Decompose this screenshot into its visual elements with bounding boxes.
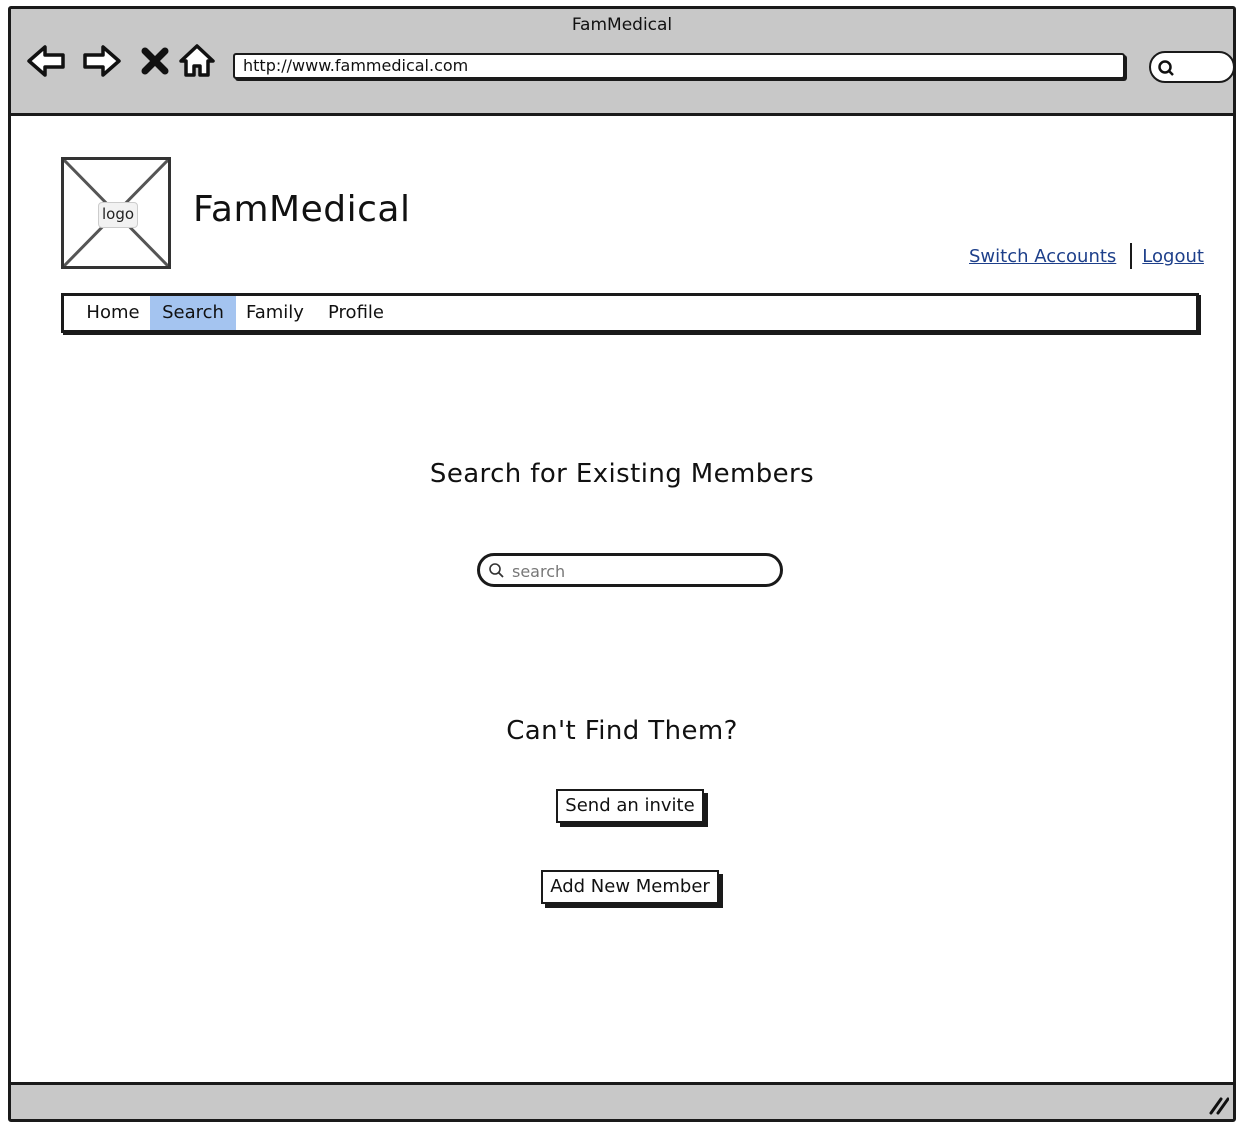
stop-icon[interactable] <box>133 39 177 83</box>
browser-search-box[interactable] <box>1149 51 1233 83</box>
window-title: FamMedical <box>571 15 673 35</box>
back-icon[interactable] <box>25 39 69 83</box>
search-icon <box>489 563 504 578</box>
logo-placeholder: logo <box>61 157 171 269</box>
account-links: Switch Accounts Logout <box>969 241 1204 271</box>
add-new-member-button[interactable]: Add New Member <box>541 870 719 904</box>
forward-icon[interactable] <box>79 39 123 83</box>
switch-accounts-link[interactable]: Switch Accounts <box>969 246 1116 267</box>
logout-link[interactable]: Logout <box>1142 246 1204 267</box>
main-menu: Home Search Family Profile <box>61 293 1199 333</box>
menu-item-family[interactable]: Family <box>236 296 314 330</box>
browser-chrome: FamMedical http://www.fammedical.com <box>11 9 1233 116</box>
search-heading: Search for Existing Members <box>429 459 815 489</box>
send-invite-button[interactable]: Send an invite <box>556 789 704 823</box>
home-icon[interactable] <box>175 39 219 83</box>
address-bar[interactable]: http://www.fammedical.com <box>233 53 1125 79</box>
brand-title: FamMedical <box>193 189 411 230</box>
link-separator <box>1130 243 1133 269</box>
resize-grip-icon[interactable] <box>1207 1093 1229 1115</box>
member-search-input[interactable] <box>510 558 774 584</box>
browser-window: FamMedical http://www.fammedical.com log… <box>8 6 1236 1122</box>
search-icon <box>1158 60 1174 76</box>
logo-label: logo <box>98 202 138 228</box>
menu-item-search[interactable]: Search <box>150 296 236 330</box>
menu-item-home[interactable]: Home <box>76 296 150 330</box>
status-bar <box>11 1082 1233 1119</box>
member-search-box <box>477 553 783 587</box>
not-found-heading: Can't Find Them? <box>506 716 738 746</box>
menu-item-profile[interactable]: Profile <box>314 296 398 330</box>
